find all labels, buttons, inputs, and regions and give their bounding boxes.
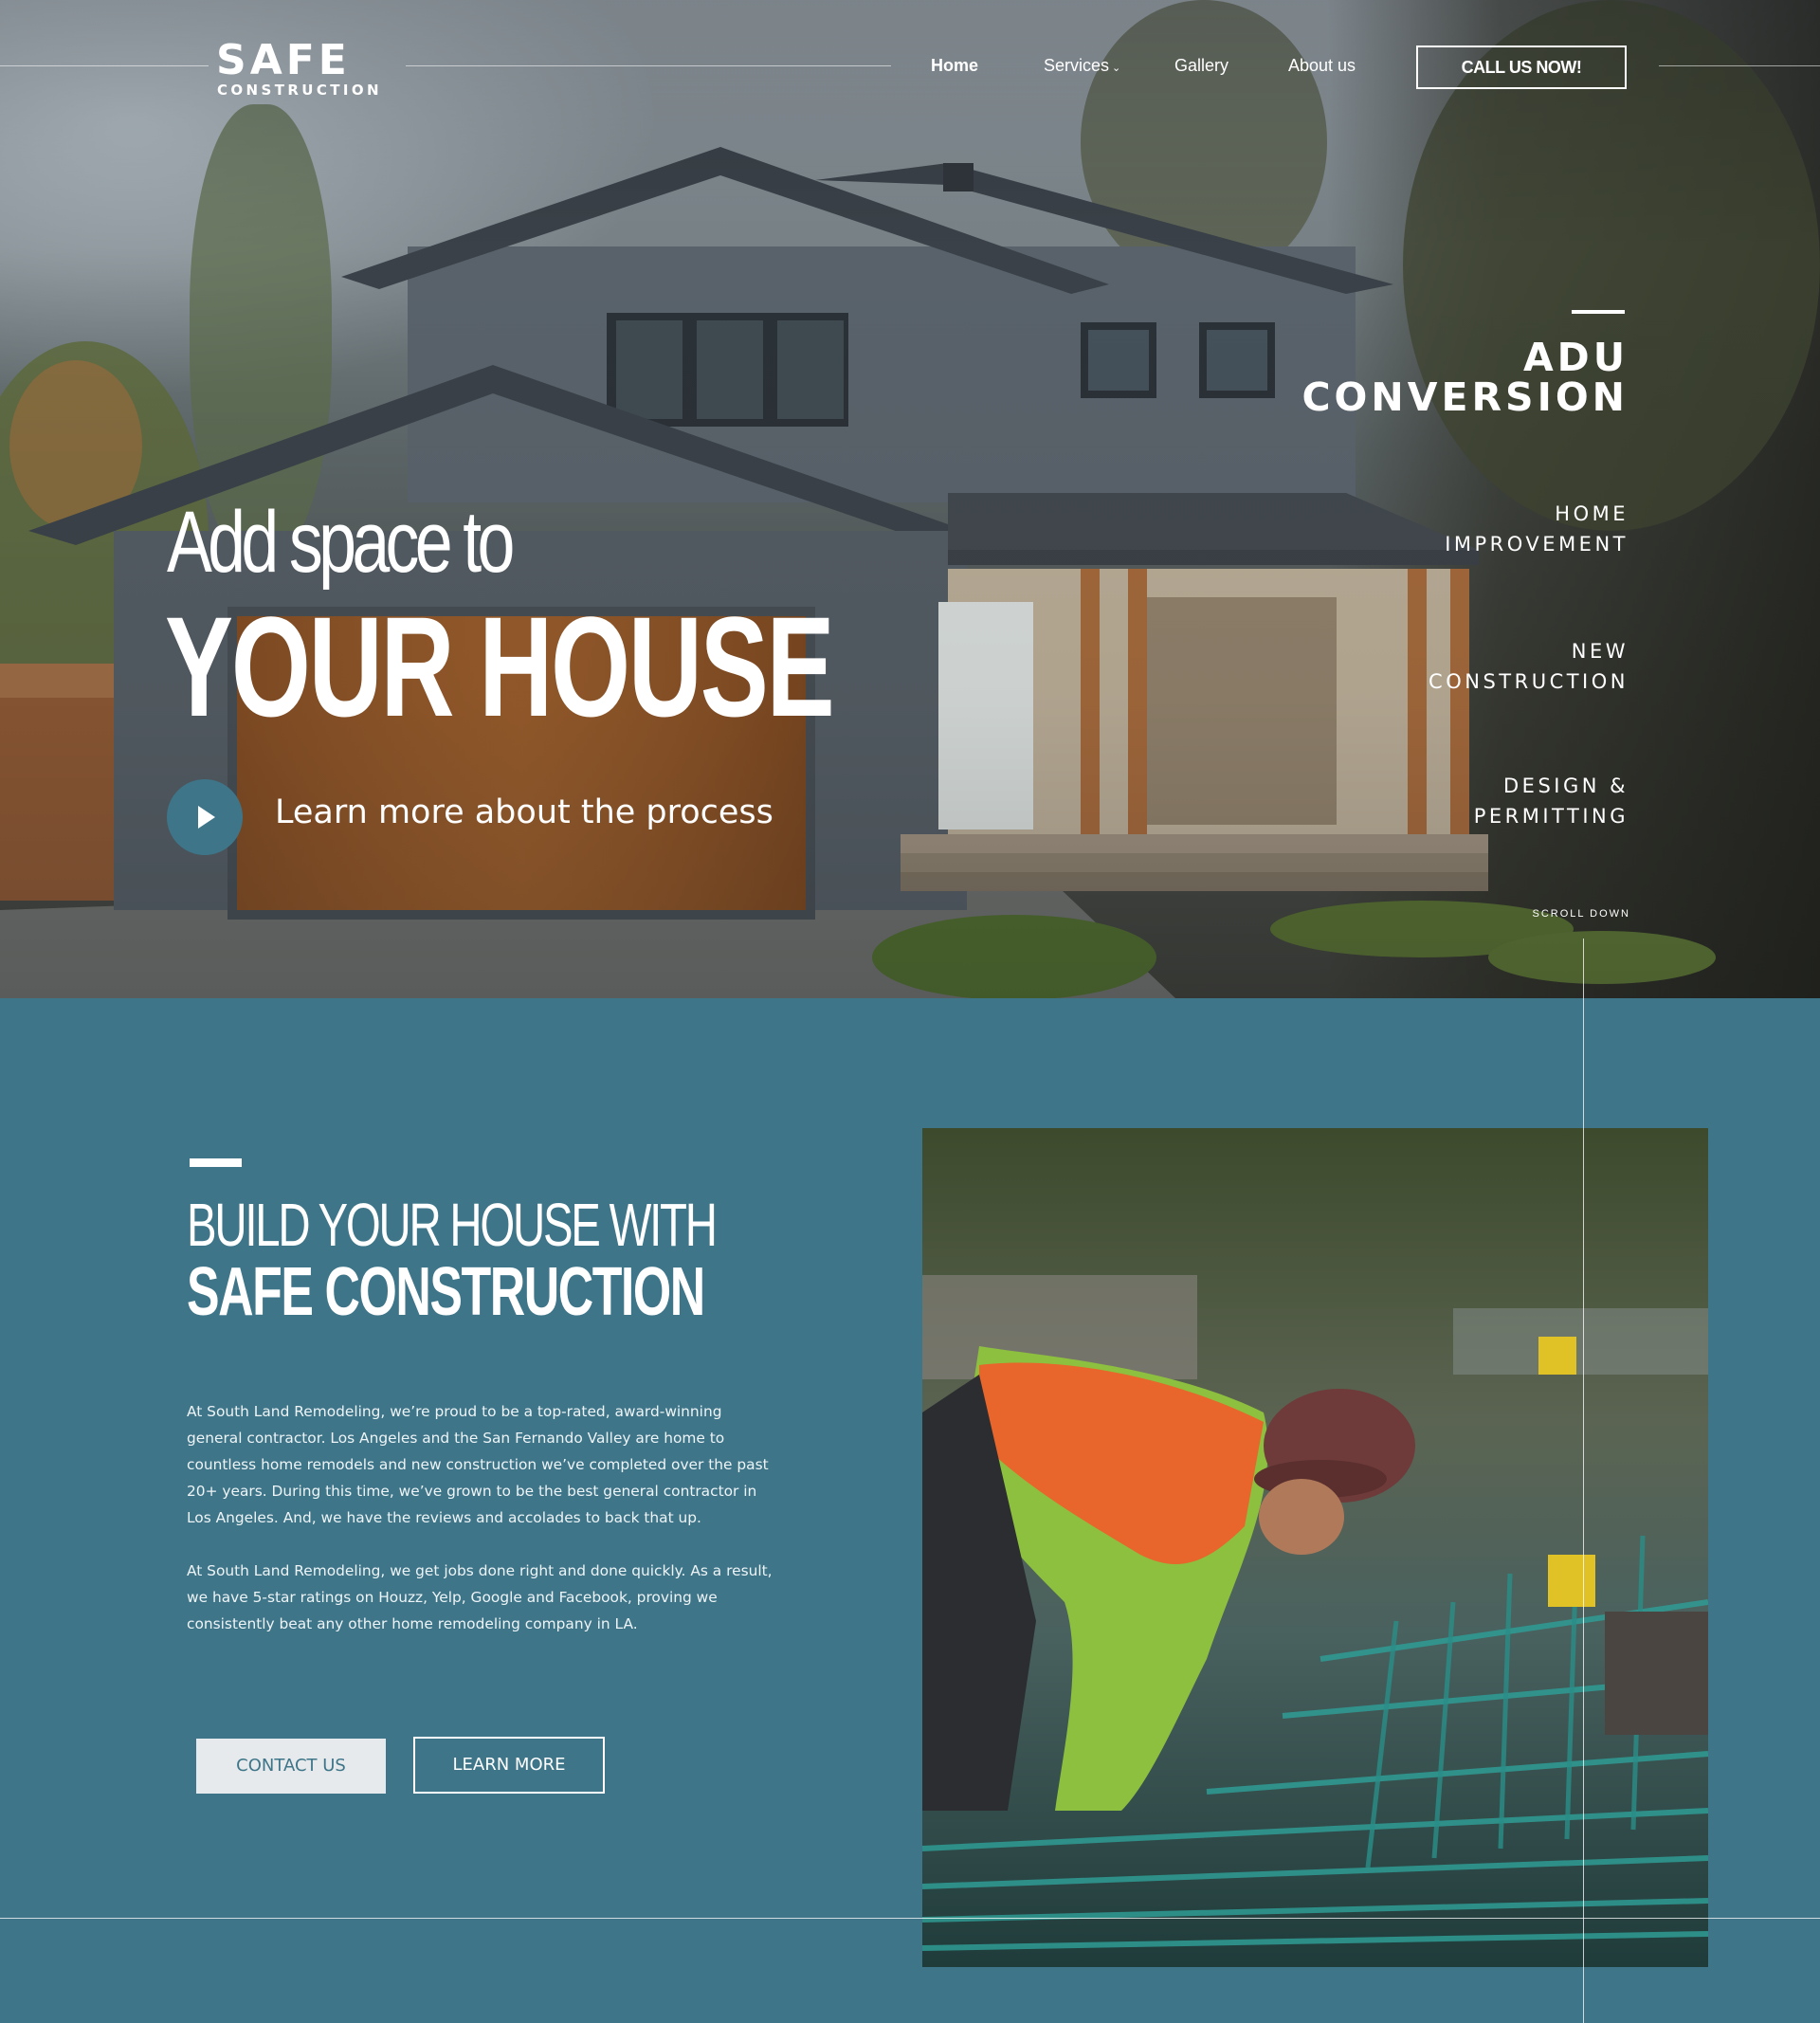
- service-line: CONSTRUCTION: [1429, 670, 1629, 693]
- nav-services-label: Services: [1044, 56, 1110, 75]
- about-title-line2: SAFE CONSTRUCTION: [187, 1254, 705, 1330]
- about-accent-bar: [190, 1158, 242, 1167]
- nav-rule-middle: [406, 65, 891, 66]
- service-line: DESIGN &: [1503, 775, 1629, 797]
- play-icon[interactable]: [167, 779, 243, 855]
- service-line: IMPROVEMENT: [1445, 533, 1629, 556]
- nav-home[interactable]: Home: [931, 55, 978, 76]
- service-new-construction[interactable]: NEW CONSTRUCTION: [1429, 636, 1629, 697]
- service-line: NEW: [1571, 640, 1629, 663]
- nav-rule-right: [1659, 65, 1820, 66]
- service-home-improvement[interactable]: HOME IMPROVEMENT: [1445, 499, 1629, 559]
- hero-headline-line1: Add space to: [167, 494, 515, 591]
- service-line: PERMITTING: [1473, 805, 1629, 828]
- logo-wordmark: SAFE: [216, 36, 351, 84]
- call-us-button[interactable]: CALL US NOW!: [1416, 46, 1627, 89]
- service-line: ADU: [1522, 335, 1629, 380]
- nav-gallery[interactable]: Gallery: [1174, 55, 1228, 76]
- scroll-down-link[interactable]: SCROLL DOWN: [1533, 908, 1631, 920]
- nav-rule-left: [0, 65, 209, 66]
- logo[interactable]: SAFE CONSTRUCTION: [216, 36, 394, 100]
- worker-illustration: [922, 1128, 1708, 1967]
- chevron-down-icon: ⌄: [1112, 63, 1121, 74]
- about-paragraph-1: At South Land Remodeling, we’re proud to…: [187, 1403, 769, 1526]
- service-line: HOME: [1555, 502, 1629, 525]
- about-paragraph-2: At South Land Remodeling, we get jobs do…: [187, 1562, 773, 1632]
- logo-subtitle: CONSTRUCTION: [217, 82, 383, 99]
- construction-worker-photo: [922, 1128, 1708, 1967]
- scroll-indicator-line: [1583, 939, 1584, 2023]
- nav-services[interactable]: Services ⌄: [1044, 55, 1120, 79]
- learn-process-link[interactable]: Learn more about the process: [275, 793, 774, 832]
- section-divider: [0, 1918, 1820, 1919]
- hero-headline-line2: YOUR HOUSE: [165, 587, 835, 746]
- service-design-permitting[interactable]: DESIGN & PERMITTING: [1474, 771, 1629, 831]
- service-line: CONVERSION: [1301, 374, 1629, 420]
- services-accent-bar: [1572, 310, 1625, 314]
- contact-us-button[interactable]: CONTACT US: [196, 1739, 386, 1794]
- learn-more-button[interactable]: LEARN MORE: [413, 1737, 605, 1794]
- hero-section: SAFE CONSTRUCTION Home Services ⌄ Gallery…: [0, 0, 1820, 998]
- nav-about[interactable]: About us: [1288, 55, 1356, 76]
- service-adu-conversion[interactable]: ADU CONVERSION: [1301, 337, 1629, 417]
- about-title-line1: BUILD YOUR HOUSE WITH: [187, 1191, 718, 1259]
